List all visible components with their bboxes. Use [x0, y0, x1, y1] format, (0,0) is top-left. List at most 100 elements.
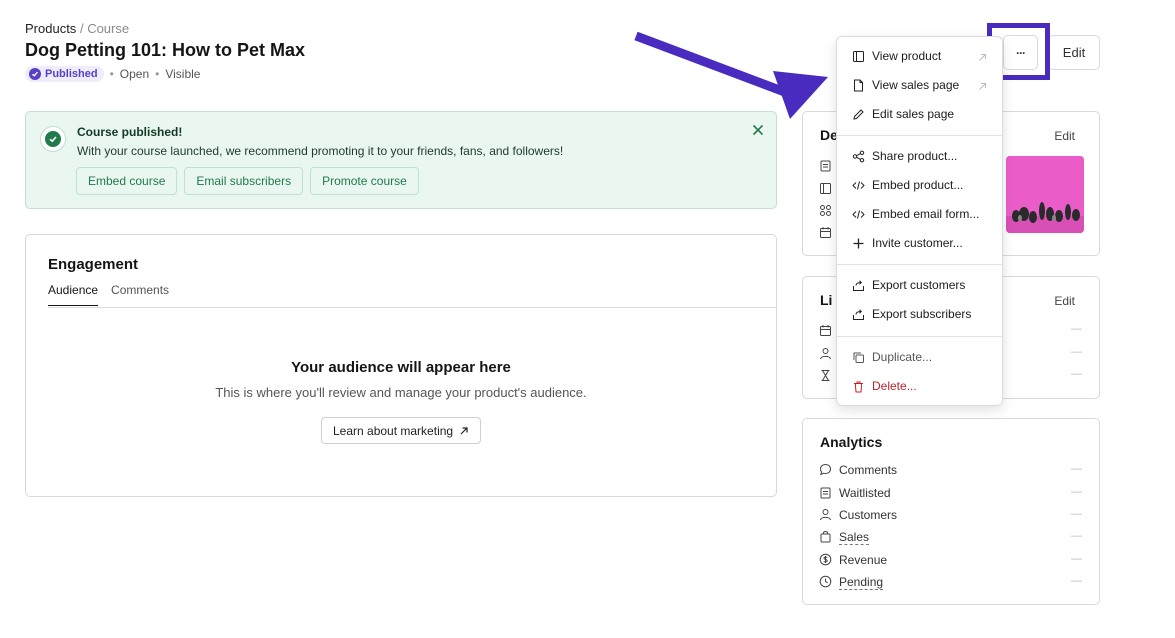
menu-item-embed-email-form[interactable]: Embed email form... [852, 207, 979, 221]
analytics-waitlisted-value: — [1071, 486, 1082, 498]
user-icon [820, 509, 831, 521]
course-published-banner: Course published! With your course launc… [25, 111, 777, 209]
file-icon [854, 79, 863, 91]
pencil-icon [853, 108, 864, 120]
embed-course-button[interactable]: Embed course [76, 167, 178, 195]
analytics-sales-value: — [1071, 530, 1082, 542]
menu-item-edit-sales-page[interactable]: Edit sales page [852, 107, 954, 121]
status-dot: • [109, 67, 114, 81]
analytics-sales-label[interactable]: Sales [839, 530, 870, 545]
menu-label: Embed product... [872, 178, 964, 192]
export-icon [853, 279, 864, 291]
check-icon [29, 68, 41, 80]
edit-product-button[interactable]: Edit [1048, 35, 1100, 70]
status-dot: • [155, 67, 160, 81]
menu-label: Share product... [872, 149, 958, 163]
analytics-comments-label: Comments [839, 463, 898, 477]
menu-item-delete[interactable]: Delete... [852, 379, 917, 393]
hourglass-icon [821, 370, 830, 381]
panel-icon [820, 183, 831, 194]
menu-label: View sales page [872, 78, 960, 92]
calendar-icon [820, 325, 831, 336]
success-icon [40, 126, 66, 152]
tabs-divider [48, 307, 776, 308]
limit-value: — [1071, 323, 1082, 335]
code-icon [852, 209, 865, 219]
calendar-icon [820, 227, 831, 238]
status-open: Open [119, 67, 150, 81]
analytics-pending-label[interactable]: Pending [839, 575, 884, 590]
menu-item-view-product[interactable]: View product [852, 49, 941, 63]
tab-audience[interactable]: Audience [48, 283, 99, 306]
breadcrumb: Products / Course [25, 21, 129, 36]
arrow-up-right-icon [460, 426, 468, 434]
analytics-customers-value: — [1071, 508, 1082, 520]
limits-title: Li [820, 292, 833, 308]
menu-divider [837, 264, 1002, 265]
export-icon [853, 308, 864, 320]
clock-icon [819, 575, 832, 588]
product-thumbnail[interactable] [1006, 156, 1084, 233]
analytics-revenue-value: — [1071, 553, 1082, 565]
menu-item-view-sales-page[interactable]: View sales page [852, 78, 959, 92]
menu-label: Embed email form... [872, 207, 980, 221]
more-options-menu: View product View sales page Edit sales … [836, 36, 1003, 406]
menu-item-duplicate[interactable]: Duplicate... [852, 350, 932, 364]
email-subscribers-button[interactable]: Email subscribers [184, 167, 304, 195]
analytics-title: Analytics [820, 434, 883, 450]
menu-item-embed-product[interactable]: Embed product... [852, 178, 963, 192]
menu-divider [837, 135, 1002, 136]
status-visible: Visible [165, 67, 201, 81]
analytics-revenue-label: Revenue [839, 553, 888, 567]
menu-divider [837, 336, 1002, 337]
panel-icon [853, 50, 864, 62]
plus-icon [853, 238, 864, 248]
menu-label: Export subscribers [872, 307, 972, 321]
code-icon [852, 180, 865, 190]
menu-item-invite-customer[interactable]: Invite customer... [852, 236, 963, 250]
analytics-waitlisted-label: Waitlisted [839, 486, 891, 500]
menu-label: Edit sales page [872, 107, 955, 121]
analytics-pending-value: — [1071, 575, 1082, 587]
breadcrumb-separator: / [79, 21, 84, 36]
external-link-icon [979, 54, 986, 61]
comment-icon [819, 463, 832, 476]
copy-icon [853, 352, 864, 363]
menu-item-export-subscribers[interactable]: Export subscribers [852, 307, 971, 321]
banner-actions: Embed course Email subscribers Promote c… [76, 167, 419, 195]
details-edit-button[interactable]: Edit [1054, 129, 1075, 143]
menu-label: Invite customer... [872, 236, 963, 250]
empty-state-text: This is where you'll review and manage y… [215, 385, 587, 400]
menu-item-share-product[interactable]: Share product... [852, 149, 957, 163]
published-label: Published [45, 68, 98, 80]
clipboard-icon [820, 160, 831, 172]
learn-about-marketing-button[interactable]: Learn about marketing [321, 417, 482, 444]
banner-text: With your course launched, we recommend … [77, 144, 564, 158]
analytics-card: Analytics Comments — Waitlisted — Custom… [802, 418, 1100, 605]
menu-label: Duplicate... [872, 350, 933, 364]
bag-icon [820, 531, 831, 543]
limit-value: — [1071, 368, 1082, 380]
status-row: Published • Open • Visible [25, 66, 200, 82]
limit-value: — [1071, 346, 1082, 358]
breadcrumb-products[interactable]: Products [25, 21, 76, 36]
grid-icon [820, 205, 831, 216]
analytics-customers-label: Customers [839, 508, 898, 522]
learn-label: Learn about marketing [333, 423, 454, 438]
menu-label: Delete... [872, 379, 917, 393]
dollar-icon [819, 553, 832, 566]
engagement-title: Engagement [48, 256, 139, 273]
breadcrumb-current: Course [87, 21, 130, 36]
limits-edit-button[interactable]: Edit [1054, 294, 1075, 308]
user-icon [820, 348, 831, 360]
menu-label: View product [872, 49, 942, 63]
promote-course-button[interactable]: Promote course [310, 167, 419, 195]
menu-item-export-customers[interactable]: Export customers [852, 278, 965, 292]
tab-comments[interactable]: Comments [111, 283, 169, 306]
share-icon [852, 150, 865, 162]
analytics-comments-value: — [1071, 463, 1082, 475]
trash-icon [854, 381, 863, 392]
page-title: Dog Petting 101: How to Pet Max [25, 40, 306, 60]
engagement-tabs: Audience Comments [48, 283, 169, 306]
close-icon[interactable] [750, 122, 766, 138]
